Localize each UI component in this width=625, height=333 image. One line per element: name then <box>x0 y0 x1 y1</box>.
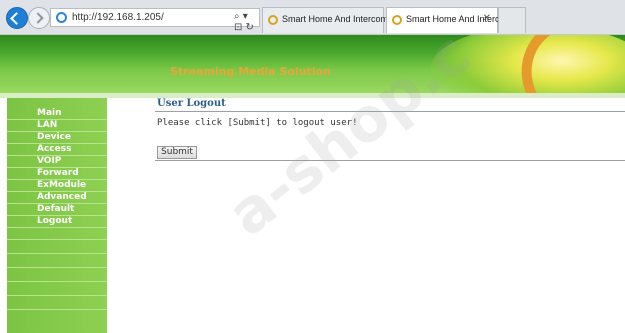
content-divider <box>155 160 625 161</box>
address-tools[interactable]: ⌕ ▾ ⊡ ↻ <box>234 11 259 33</box>
menu-divider <box>7 267 107 268</box>
back-button[interactable] <box>6 7 28 29</box>
menu-divider <box>7 119 107 120</box>
sidebar-item-logout[interactable]: Logout <box>7 215 107 227</box>
menu-divider <box>7 281 107 282</box>
forward-button[interactable] <box>28 7 50 29</box>
browser-toolbar: http://192.168.1.205/ ⌕ ▾ ⊡ ↻ Smart Home… <box>0 0 625 35</box>
sidebar-item-label: LAN <box>37 120 58 130</box>
title-divider <box>155 111 625 112</box>
menu-divider <box>7 253 107 254</box>
sidebar-item-voip[interactable]: VOIP <box>7 155 107 167</box>
sidebar-item-exmodule[interactable]: ExModule <box>7 179 107 191</box>
submit-button[interactable]: Submit <box>157 146 197 159</box>
sidebar-item-label: Advanced <box>37 192 87 202</box>
tab-ie-icon <box>268 15 278 25</box>
sidebar-item-label: Logout <box>37 216 73 226</box>
menu-divider <box>7 295 107 296</box>
sidebar-item-default[interactable]: Default <box>7 203 107 215</box>
new-tab-button[interactable] <box>498 7 526 33</box>
menu-divider <box>7 227 107 228</box>
address-text[interactable]: http://192.168.1.205/ <box>72 12 164 23</box>
menu-divider <box>7 167 107 168</box>
tab-1[interactable]: Smart Home And Intercom Sys... <box>262 7 413 33</box>
address-bar[interactable]: http://192.168.1.205/ ⌕ ▾ ⊡ ↻ <box>50 8 260 33</box>
sidebar-item-label: Access <box>37 144 72 154</box>
menu-divider <box>7 239 107 240</box>
menu-divider <box>7 191 107 192</box>
sidebar-item-forward[interactable]: Forward <box>7 167 107 179</box>
logout-instruction: Please click [Submit] to logout user! <box>157 118 358 128</box>
sidebar: Main LAN Device Access VOIP Forward ExMo… <box>7 98 107 333</box>
sidebar-item-label: Main <box>37 108 62 118</box>
menu-divider <box>7 215 107 216</box>
menu-divider <box>7 143 107 144</box>
menu-divider <box>7 131 107 132</box>
site-banner: Streaming Media Solution <box>0 35 625 93</box>
page-title: User Logout <box>157 98 226 109</box>
sidebar-item-label: VOIP <box>37 156 62 166</box>
sidebar-item-advanced[interactable]: Advanced <box>7 191 107 203</box>
menu-divider <box>7 309 107 310</box>
sidebar-item-label: ExModule <box>37 180 87 190</box>
menu-divider <box>7 179 107 180</box>
sidebar-item-lan[interactable]: LAN <box>7 119 107 131</box>
sidebar-item-access[interactable]: Access <box>7 143 107 155</box>
sidebar-item-label: Forward <box>37 168 79 178</box>
close-icon[interactable]: ✕ <box>483 13 491 24</box>
sidebar-item-device[interactable]: Device <box>7 131 107 143</box>
tab-ie-icon <box>392 15 402 25</box>
ie-icon <box>56 12 67 23</box>
sidebar-item-main[interactable]: Main <box>7 107 107 119</box>
banner-title: Streaming Media Solution <box>170 65 332 78</box>
tab-2[interactable]: Smart Home And Intercom ... ✕ <box>386 7 522 33</box>
menu-divider <box>7 155 107 156</box>
menu-divider <box>7 203 107 204</box>
sidebar-item-label: Device <box>37 132 71 142</box>
sidebar-item-label: Default <box>37 204 75 214</box>
